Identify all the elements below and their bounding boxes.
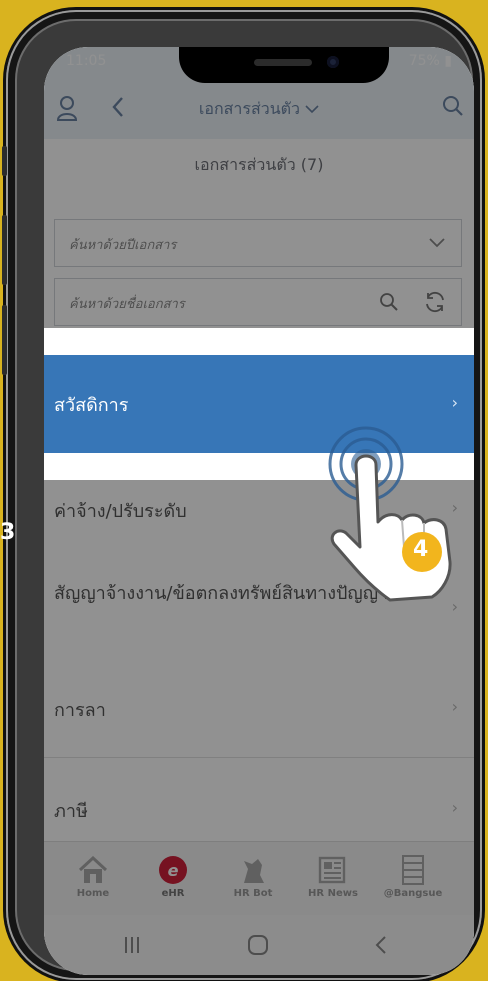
home-button-icon[interactable] (246, 933, 270, 957)
status-time: 11:05 (66, 53, 107, 69)
chevron-right-icon: › (451, 697, 458, 716)
phone-volume-down (2, 305, 7, 375)
search-icon[interactable] (442, 95, 464, 121)
notch (179, 47, 389, 83)
phone-volume-up (2, 215, 7, 285)
chevron-right-icon: › (451, 798, 458, 817)
recent-apps-icon[interactable] (122, 935, 142, 955)
refresh-icon[interactable] (423, 291, 447, 313)
home-icon (78, 856, 108, 883)
svg-text:e: e (168, 861, 179, 880)
step-badge: 4 (413, 537, 429, 562)
ehr-logo-icon: e (159, 856, 187, 884)
year-filter-dropdown[interactable]: ค้นหาด้วยปีเอกสาร (54, 219, 462, 267)
document-count-title: เอกสารส่วนตัว (7) (194, 155, 324, 174)
bottom-tab-bar: Home e eHR HR Bot HR News @Bangsue (44, 841, 474, 916)
back-button-icon[interactable] (374, 935, 388, 955)
chevron-down-icon (429, 238, 445, 248)
building-icon (402, 855, 424, 885)
tab-home[interactable]: Home (50, 852, 136, 899)
top-navbar: เอกสารส่วนตัว (44, 83, 474, 139)
phone-frame: 11:05 75% ▮ เอกสารส่วนตัว เอกสารส่วนตัว … (2, 10, 482, 980)
tutorial-tap-hand: 4 (314, 387, 474, 621)
newspaper-icon (318, 856, 346, 884)
category-item-leave[interactable]: การลา › (44, 657, 474, 758)
page-title[interactable]: เอกสารส่วนตัว (44, 97, 474, 122)
search-icon[interactable] (379, 292, 399, 312)
side-step-number: 3 (0, 520, 16, 545)
tab-hr-news[interactable]: HR News (290, 852, 376, 899)
tab-ehr[interactable]: e eHR (130, 852, 216, 899)
tab-bangsue[interactable]: @Bangsue (370, 852, 456, 899)
status-battery: 75% ▮ (408, 53, 452, 69)
tab-hr-bot[interactable]: HR Bot (210, 852, 296, 899)
system-navigation-bar (44, 915, 474, 975)
phone-silent-switch (2, 146, 7, 176)
document-name-search-input[interactable]: ค้นหาด้วยชื่อเอกสาร (54, 278, 462, 326)
horse-bot-icon (244, 859, 264, 883)
app-screen: 11:05 75% ▮ เอกสารส่วนตัว เอกสารส่วนตัว … (44, 47, 474, 975)
